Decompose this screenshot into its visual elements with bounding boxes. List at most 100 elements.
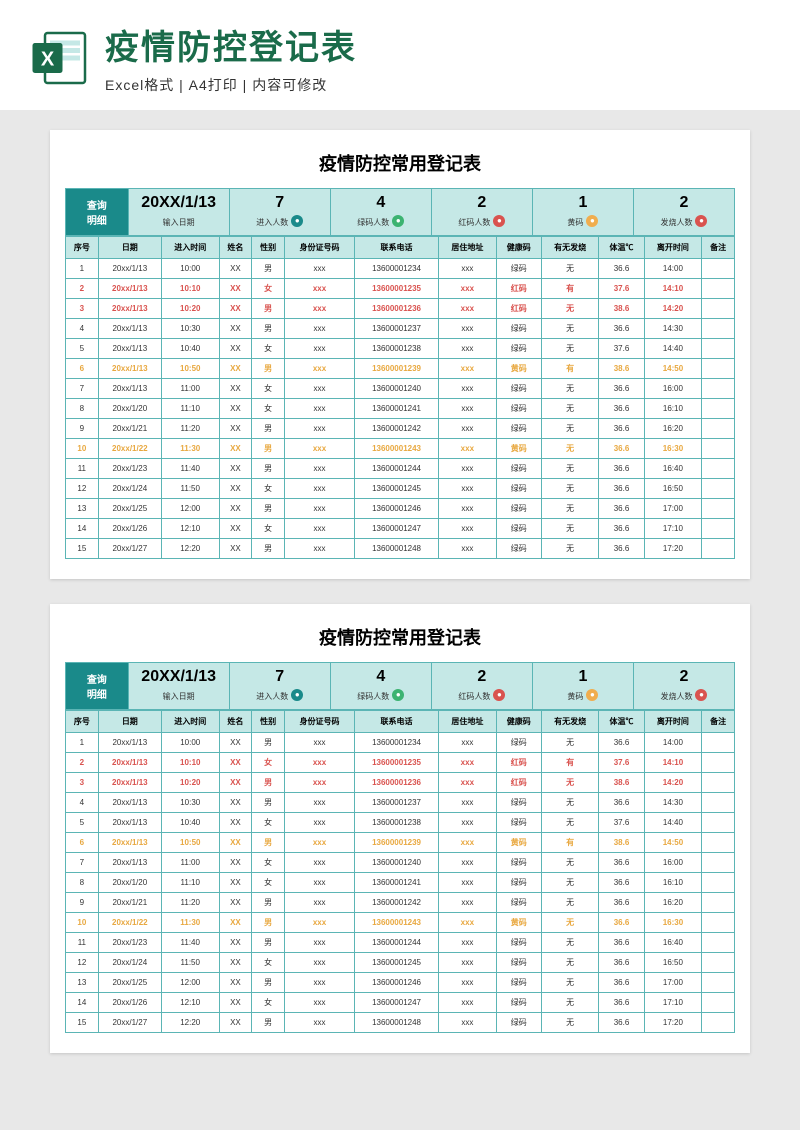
- badge-icon: ●: [586, 215, 598, 227]
- summary-value: 4: [333, 194, 429, 212]
- table-row: 1120xx/1/2311:40XX男xxx13600001244xxx绿码无3…: [66, 459, 735, 479]
- table-cell: 8: [66, 873, 99, 893]
- table-cell: xxx: [439, 519, 497, 539]
- table-cell: 20xx/1/13: [98, 813, 161, 833]
- column-header: 姓名: [219, 237, 252, 259]
- table-cell: 女: [252, 753, 285, 773]
- badge-icon: ●: [392, 215, 404, 227]
- table-cell: 20xx/1/24: [98, 953, 161, 973]
- table-cell: 13600001236: [355, 773, 439, 793]
- table-row: 420xx/1/1310:30XX男xxx13600001237xxx绿码无36…: [66, 793, 735, 813]
- page-area: 疫情防控常用登记表查询明细20XX/1/13输入日期7进入人数●4绿码人数●2红…: [0, 110, 800, 1098]
- table-cell: 14:50: [644, 359, 702, 379]
- table-cell: 36.6: [599, 873, 644, 893]
- table-cell: 16:00: [644, 853, 702, 873]
- summary-value: 2: [434, 668, 530, 686]
- table-cell: 有: [541, 359, 599, 379]
- table-row: 1420xx/1/2612:10XX女xxx13600001247xxx绿码无3…: [66, 519, 735, 539]
- summary-label: 进入人数: [256, 691, 288, 702]
- table-cell: 12:10: [161, 993, 219, 1013]
- table-cell: 36.6: [599, 459, 644, 479]
- badge-icon: ●: [493, 689, 505, 701]
- table-cell: 36.6: [599, 479, 644, 499]
- table-cell: [702, 299, 735, 319]
- table-cell: xxx: [284, 773, 354, 793]
- table-cell: [702, 439, 735, 459]
- table-cell: XX: [219, 833, 252, 853]
- table-cell: 13600001246: [355, 973, 439, 993]
- table-cell: 14:30: [644, 319, 702, 339]
- table-cell: 男: [252, 1013, 285, 1033]
- table-cell: 38.6: [599, 359, 644, 379]
- table-cell: 13600001240: [355, 853, 439, 873]
- summary-value: 2: [636, 668, 732, 686]
- column-header: 进入时间: [161, 237, 219, 259]
- table-cell: xxx: [439, 733, 497, 753]
- table-cell: [702, 519, 735, 539]
- table-cell: 10:10: [161, 279, 219, 299]
- table-cell: xxx: [439, 753, 497, 773]
- table-cell: 20xx/1/22: [98, 439, 161, 459]
- table-cell: 10: [66, 913, 99, 933]
- table-cell: 13600001245: [355, 953, 439, 973]
- badge-icon: ●: [586, 689, 598, 701]
- table-cell: 13600001235: [355, 753, 439, 773]
- table-row: 1420xx/1/2612:10XX女xxx13600001247xxx绿码无3…: [66, 993, 735, 1013]
- table-cell: 女: [252, 993, 285, 1013]
- table-cell: 绿码: [496, 993, 541, 1013]
- table-cell: xxx: [439, 379, 497, 399]
- table-cell: 36.6: [599, 399, 644, 419]
- column-header: 有无发烧: [541, 237, 599, 259]
- table-cell: 36.6: [599, 259, 644, 279]
- table-cell: xxx: [284, 833, 354, 853]
- table-cell: 女: [252, 339, 285, 359]
- summary-label: 发烧人数: [660, 217, 692, 228]
- table-cell: xxx: [439, 853, 497, 873]
- table-cell: 20xx/1/13: [98, 319, 161, 339]
- column-header: 序号: [66, 711, 99, 733]
- table-cell: 20xx/1/13: [98, 773, 161, 793]
- table-cell: XX: [219, 1013, 252, 1033]
- table-cell: 有: [541, 279, 599, 299]
- table-cell: 36.6: [599, 913, 644, 933]
- green-box: 4绿码人数●: [331, 663, 432, 709]
- column-header: 日期: [98, 237, 161, 259]
- table-cell: 7: [66, 379, 99, 399]
- table-cell: [702, 479, 735, 499]
- table-row: 220xx/1/1310:10XX女xxx13600001235xxx红码有37…: [66, 279, 735, 299]
- table-cell: 13600001239: [355, 359, 439, 379]
- table-cell: 绿码: [496, 873, 541, 893]
- table-cell: XX: [219, 479, 252, 499]
- table-cell: xxx: [284, 359, 354, 379]
- table-cell: 10:30: [161, 319, 219, 339]
- table-cell: 14:20: [644, 299, 702, 319]
- header-title: 疫情防控登记表: [105, 20, 770, 69]
- table-cell: 5: [66, 339, 99, 359]
- table-cell: 20xx/1/13: [98, 379, 161, 399]
- query-label-box: 查询明细: [66, 663, 129, 709]
- table-row: 520xx/1/1310:40XX女xxx13600001238xxx绿码无37…: [66, 813, 735, 833]
- red-box: 2红码人数●: [432, 189, 533, 235]
- table-cell: xxx: [439, 1013, 497, 1033]
- table-cell: [702, 733, 735, 753]
- table-cell: xxx: [439, 339, 497, 359]
- table-cell: 8: [66, 399, 99, 419]
- column-header: 有无发烧: [541, 711, 599, 733]
- table-cell: 20xx/1/13: [98, 793, 161, 813]
- table-cell: 17:20: [644, 1013, 702, 1033]
- table-cell: xxx: [284, 993, 354, 1013]
- page-1: 疫情防控常用登记表查询明细20XX/1/13输入日期7进入人数●4绿码人数●2红…: [50, 130, 750, 579]
- column-header: 性别: [252, 711, 285, 733]
- summary-value: 2: [434, 194, 530, 212]
- table-cell: XX: [219, 793, 252, 813]
- column-header: 体温℃: [599, 237, 644, 259]
- table-cell: XX: [219, 893, 252, 913]
- header-text: 疫情防控登记表 Excel格式 | A4打印 | 内容可修改: [105, 20, 770, 95]
- summary-label: 红码人数: [458, 691, 490, 702]
- table-cell: 女: [252, 953, 285, 973]
- table-cell: XX: [219, 873, 252, 893]
- table-cell: xxx: [439, 479, 497, 499]
- table-cell: 男: [252, 913, 285, 933]
- table-cell: 绿码: [496, 893, 541, 913]
- table-cell: XX: [219, 379, 252, 399]
